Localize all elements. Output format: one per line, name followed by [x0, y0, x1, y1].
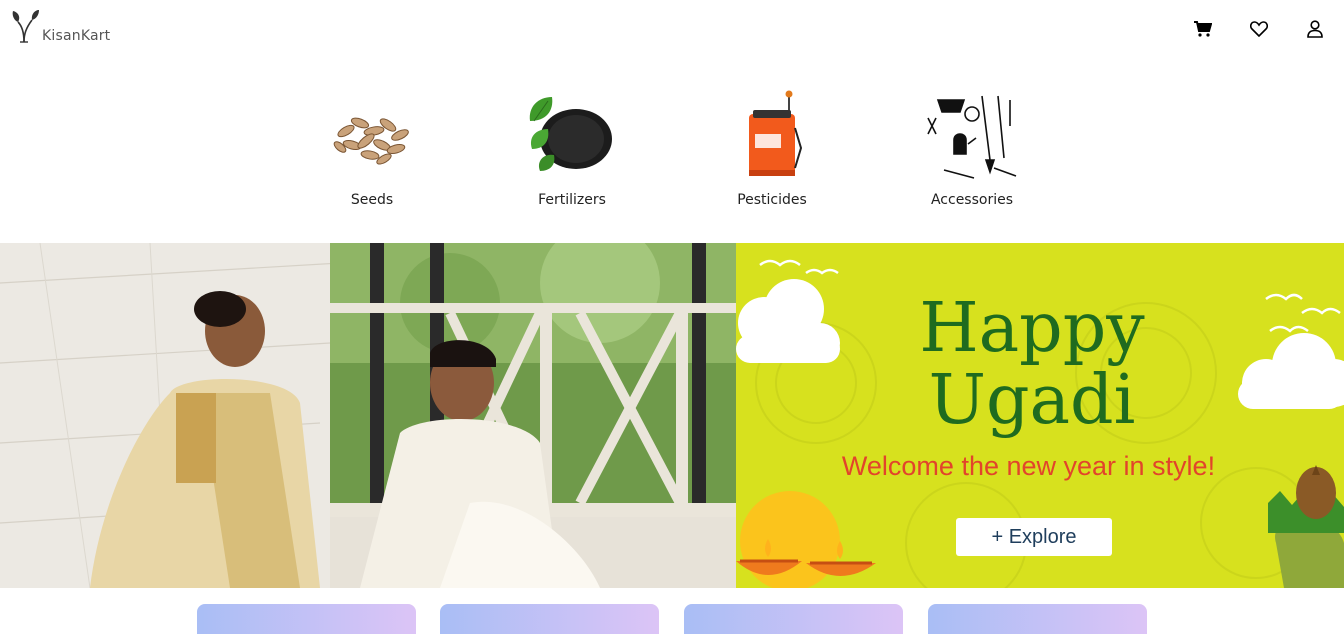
ugadi-subtitle: Welcome the new year in style!	[841, 451, 1216, 481]
category-pesticides[interactable]: Pesticides	[702, 86, 842, 208]
brand-name: KisanKart	[42, 28, 111, 44]
ugadi-title-line2: Ugadi	[928, 361, 1136, 440]
fertilizer-image	[522, 86, 622, 186]
category-strip: Seeds Fertilizers Pesticides Accessories	[0, 86, 1344, 226]
sprayer-image	[722, 86, 822, 186]
category-fertilizers[interactable]: Fertilizers	[502, 86, 642, 208]
header-actions	[1192, 18, 1326, 40]
sprout-logo-icon	[12, 10, 39, 43]
cart-icon[interactable]	[1192, 18, 1214, 40]
category-label: Seeds	[350, 192, 394, 208]
heart-icon[interactable]	[1248, 18, 1270, 40]
user-icon[interactable]	[1304, 18, 1326, 40]
promo-banner-photo[interactable]	[0, 243, 736, 588]
category-label: Fertilizers	[538, 192, 606, 208]
category-label: Accessories	[930, 192, 1014, 208]
tools-image	[922, 86, 1022, 186]
promo-banner-ugadi[interactable]: Happy Ugadi Welcome the new year in styl…	[736, 243, 1344, 588]
category-seeds[interactable]: Seeds	[302, 86, 442, 208]
brand-logo[interactable]: KisanKart	[10, 8, 110, 44]
category-label: Pesticides	[737, 192, 807, 208]
top-header: KisanKart	[0, 0, 1344, 62]
explore-button[interactable]: + Explore	[956, 518, 1112, 556]
ugadi-title-line1: Happy	[919, 289, 1145, 368]
feature-cards-row	[0, 604, 1344, 634]
category-accessories[interactable]: Accessories	[902, 86, 1042, 208]
seeds-image	[322, 86, 422, 186]
couple-photo-image	[0, 243, 736, 588]
